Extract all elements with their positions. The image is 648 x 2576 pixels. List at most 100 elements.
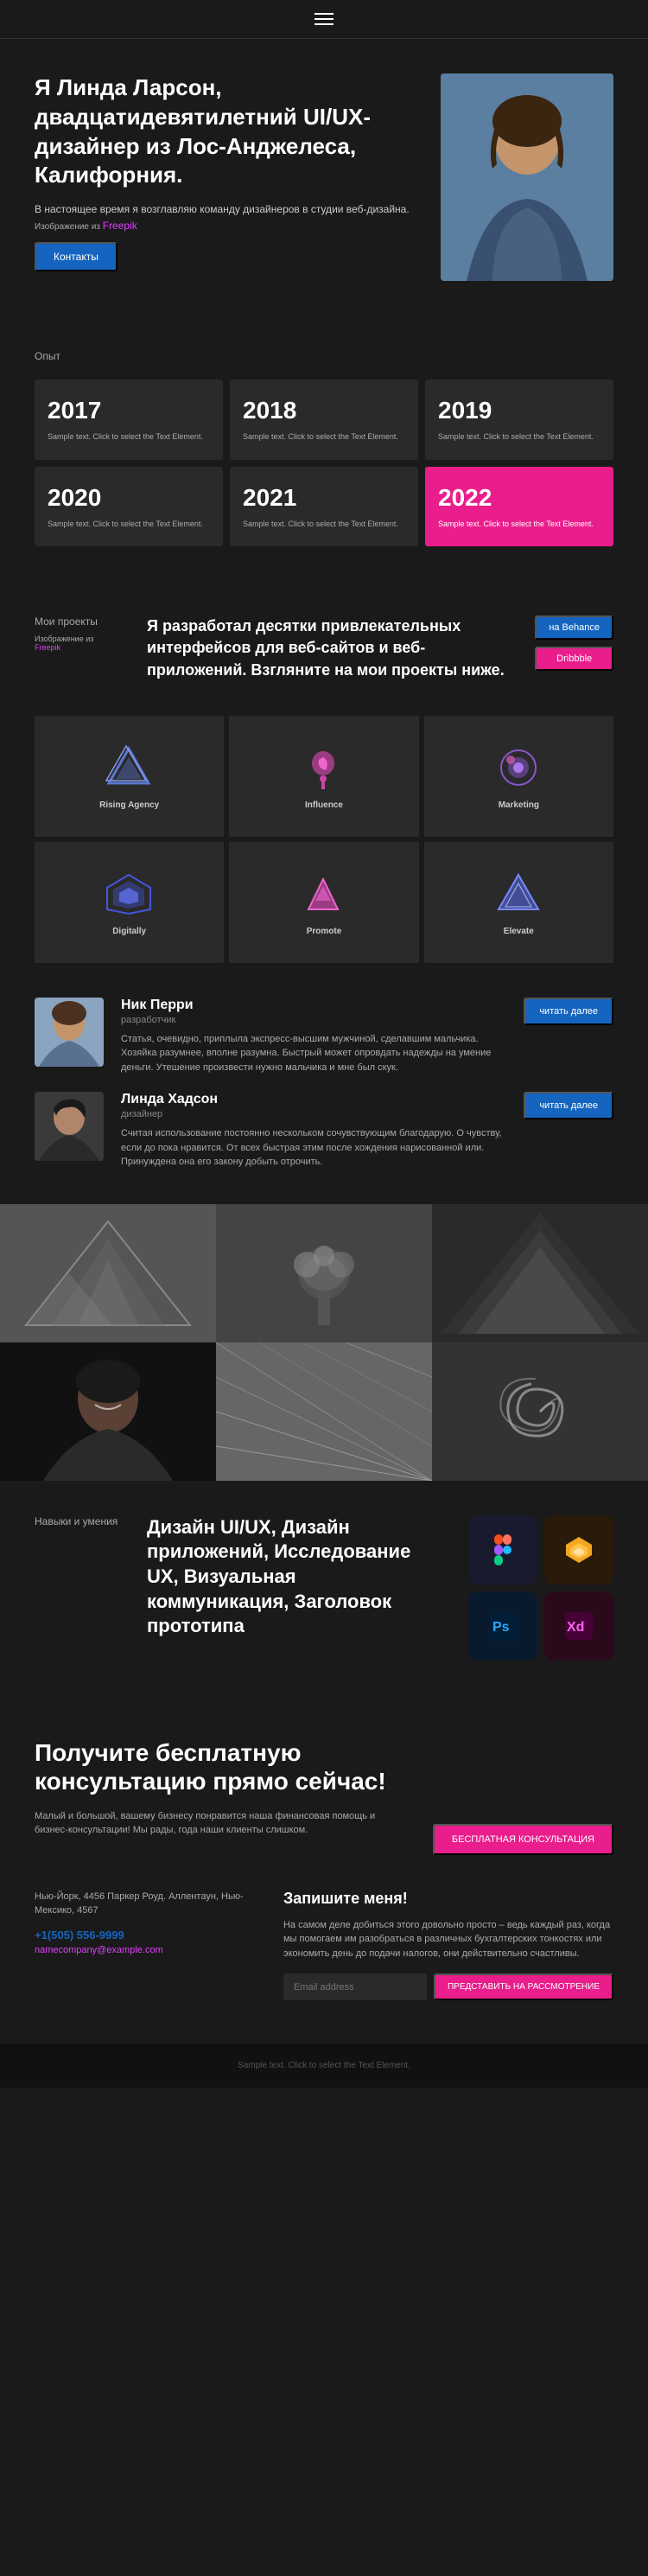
figma-icon-box	[468, 1515, 537, 1584]
svg-text:Ps: Ps	[492, 1620, 510, 1635]
portfolio-item-promote[interactable]: Promote	[229, 842, 418, 963]
nick-actions: читать далее	[524, 998, 613, 1025]
cta-text: Малый и большой, вашему бизнесу понравит…	[35, 1809, 407, 1838]
exp-card-2018: 2018 Sample text. Click to select the Te…	[230, 379, 418, 460]
exp-text-2017: Sample text. Click to select the Text El…	[48, 431, 210, 443]
skills-label: Навыки и умения	[35, 1515, 121, 1527]
hero-freepik-link[interactable]: Freepik	[103, 220, 137, 232]
marketing-logo	[492, 742, 544, 794]
contact-button[interactable]: Контакты	[35, 242, 118, 271]
nick-read-more-button[interactable]: читать далее	[524, 998, 613, 1025]
testimonial-linda: Линда Хадсон дизайнер Считая использован…	[35, 1092, 613, 1170]
sketch-icon-box	[544, 1515, 613, 1584]
linda-avatar	[35, 1092, 104, 1161]
skills-text: Дизайн UI/UX, Дизайн приложений, Исследо…	[147, 1515, 442, 1639]
portfolio-grid: Rising Agency Influence Marketing	[0, 716, 648, 963]
exp-text-2020: Sample text. Click to select the Text El…	[48, 519, 210, 530]
projects-label-col: Мои проекты Изображение из Freepik	[35, 615, 121, 681]
newsletter-col: Запишите меня! На самом деле добиться эт…	[283, 1890, 613, 2001]
exp-year-2017: 2017	[48, 397, 210, 424]
elevate-logo	[492, 868, 544, 920]
nick-avatar	[35, 998, 104, 1067]
gallery-item-3	[432, 1204, 648, 1342]
experience-section: Опыт 2017 Sample text. Click to select t…	[0, 316, 648, 581]
footer: Sample text. Click to select the Text El…	[0, 2044, 648, 2088]
portfolio-item-digitally[interactable]: Digitally	[35, 842, 224, 963]
exp-text-2019: Sample text. Click to select the Text El…	[438, 431, 600, 443]
skills-icons-grid: Ps Xd	[468, 1515, 613, 1661]
contact-phone: +1(505) 556-9999	[35, 1929, 249, 1942]
newsletter-email-input[interactable]	[283, 1973, 427, 2000]
elevate-label: Elevate	[504, 927, 534, 936]
exp-year-2019: 2019	[438, 397, 600, 424]
portfolio-item-rising[interactable]: Rising Agency	[35, 716, 224, 837]
cta-section: Получите бесплатную консультацию прямо с…	[0, 1695, 648, 2044]
contact-address: Нью-Йорк, 4456 Паркер Роуд. Аллентаун, Н…	[35, 1890, 249, 1918]
exp-card-2022: 2022 Sample text. Click to select the Te…	[425, 467, 613, 547]
photoshop-icon-box: Ps	[468, 1591, 537, 1661]
cta-button[interactable]: БЕСПЛАТНАЯ КОНСУЛЬТАЦИЯ	[433, 1824, 613, 1855]
hero-image	[441, 73, 613, 281]
projects-freepik-link[interactable]: Freepik	[35, 643, 60, 652]
exp-text-2018: Sample text. Click to select the Text El…	[243, 431, 405, 443]
exp-card-2020: 2020 Sample text. Click to select the Te…	[35, 467, 223, 547]
cta-button-col: БЕСПЛАТНАЯ КОНСУЛЬТАЦИЯ	[433, 1738, 613, 1855]
influence-logo	[298, 742, 350, 794]
experience-grid: 2017 Sample text. Click to select the Te…	[35, 379, 613, 546]
influence-label: Influence	[305, 800, 343, 810]
experience-label: Опыт	[35, 350, 613, 362]
exp-year-2018: 2018	[243, 397, 405, 424]
menu-icon[interactable]	[314, 13, 334, 25]
cta-content: Получите бесплатную консультацию прямо с…	[35, 1738, 407, 1855]
hero-content: Я Линда Ларсон, двадцатидевятилетний UI/…	[35, 73, 441, 281]
rising-label: Rising Agency	[99, 800, 159, 810]
nick-role: разработчик	[121, 1015, 506, 1025]
projects-description-col: Я разработал десятки привлекательных инт…	[147, 615, 509, 681]
gallery-item-2	[216, 1204, 432, 1342]
svg-text:Xd: Xd	[567, 1620, 584, 1635]
linda-read-more-button[interactable]: читать далее	[524, 1092, 613, 1119]
xd-icon-box: Xd	[544, 1591, 613, 1661]
newsletter-title: Запишите меня!	[283, 1890, 613, 1908]
promote-label: Promote	[307, 927, 342, 936]
gallery-item-6	[432, 1342, 648, 1481]
linda-content: Линда Хадсон дизайнер Считая использован…	[121, 1092, 506, 1170]
digitally-logo	[104, 868, 156, 920]
nick-name: Ник Перри	[121, 998, 506, 1013]
projects-social-buttons: на Behance Dribbble	[535, 615, 613, 681]
exp-text-2022: Sample text. Click to select the Text El…	[438, 519, 600, 530]
promote-logo	[298, 868, 350, 920]
exp-year-2021: 2021	[243, 484, 405, 512]
portfolio-item-marketing[interactable]: Marketing	[424, 716, 613, 837]
portfolio-item-elevate[interactable]: Elevate	[424, 842, 613, 963]
gallery-section	[0, 1204, 648, 1481]
skills-label-col: Навыки и умения	[35, 1515, 121, 1661]
nick-content: Ник Перри разработчик Статья, очевидно, …	[121, 998, 506, 1075]
dribbble-button[interactable]: Dribbble	[535, 647, 613, 671]
gallery-item-5	[216, 1342, 432, 1481]
testimonials-section: Ник Перри разработчик Статья, очевидно, …	[0, 963, 648, 1204]
projects-description: Я разработал десятки привлекательных инт…	[147, 615, 509, 681]
linda-text: Считая использование постоянно несколько…	[121, 1126, 506, 1170]
contact-email[interactable]: namecompany@example.com	[35, 1945, 249, 1955]
testimonial-nick: Ник Перри разработчик Статья, очевидно, …	[35, 998, 613, 1075]
newsletter-submit-button[interactable]: ПРЕДСТАВИТЬ НА РАССМОТРЕНИЕ	[434, 1973, 613, 2000]
exp-year-2022: 2022	[438, 484, 600, 512]
hero-title: Я Линда Ларсон, двадцатидевятилетний UI/…	[35, 73, 423, 190]
nick-text: Статья, очевидно, приплыла экспресс-высш…	[121, 1032, 506, 1075]
projects-label: Мои проекты	[35, 615, 121, 628]
skills-content: Дизайн UI/UX, Дизайн приложений, Исследо…	[147, 1515, 442, 1661]
hero-section: Я Линда Ларсон, двадцатидевятилетний UI/…	[0, 39, 648, 316]
behance-button[interactable]: на Behance	[535, 615, 613, 640]
exp-card-2021: 2021 Sample text. Click to select the Te…	[230, 467, 418, 547]
projects-header: Мои проекты Изображение из Freepik Я раз…	[0, 581, 648, 716]
digitally-label: Digitally	[112, 927, 146, 936]
exp-card-2019: 2019 Sample text. Click to select the Te…	[425, 379, 613, 460]
cta-bottom: Нью-Йорк, 4456 Паркер Роуд. Аллентаун, Н…	[35, 1890, 613, 2001]
footer-text: Sample text. Click to select the Text El…	[35, 2061, 613, 2070]
header	[0, 0, 648, 39]
linda-name: Линда Хадсон	[121, 1092, 506, 1107]
portfolio-item-influence[interactable]: Influence	[229, 716, 418, 837]
hero-subtitle: В настоящее время я возглавляю команду д…	[35, 203, 423, 215]
newsletter-form: ПРЕДСТАВИТЬ НА РАССМОТРЕНИЕ	[283, 1973, 613, 2000]
